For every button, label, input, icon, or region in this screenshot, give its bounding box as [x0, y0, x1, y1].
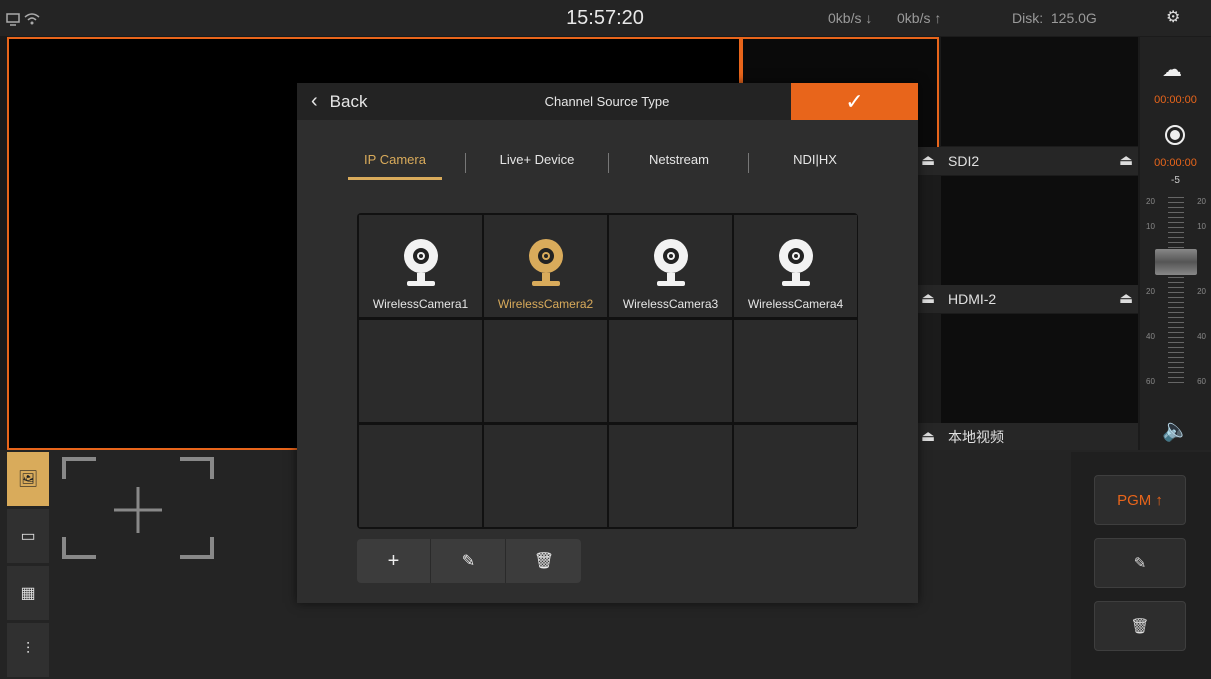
empty-cell[interactable] — [609, 320, 732, 422]
edit-icon[interactable]: ✎ — [1094, 538, 1186, 588]
import-icon[interactable]: ⏏ — [921, 285, 935, 313]
empty-cell[interactable] — [609, 425, 732, 527]
grid-toolbar: + ✎ 🗑 — [357, 539, 581, 583]
status-bar: 15:57:20 0kb/s ↓ 0kb/s ↑ Disk: 125.0G ⚙ — [0, 0, 1211, 36]
camera-label: WirelessCamera4 — [747, 297, 844, 311]
left-toolbar: 🖼 ▭ ▦ ⫶ — [7, 452, 49, 677]
mixer-icon[interactable]: ⫶ — [7, 623, 49, 677]
edit-icon[interactable]: ✎ — [432, 539, 506, 583]
camera-grid: WirelessCamera1 WirelessCamera2 Wireless… — [357, 213, 858, 529]
cloud-icon[interactable]: ☁ — [1162, 57, 1182, 82]
import-icon[interactable]: ⏏ — [921, 423, 935, 451]
tab-live-device[interactable]: Live+ Device — [482, 145, 592, 175]
camera-label: WirelessCamera3 — [622, 297, 719, 311]
empty-cell[interactable] — [734, 320, 857, 422]
audio-fader[interactable]: 20 20 10 10 20 20 40 40 60 60 — [1146, 197, 1206, 387]
back-button[interactable]: ‹ Back — [311, 83, 367, 120]
camera-label-selected: WirelessCamera2 — [497, 297, 594, 311]
empty-cell[interactable] — [734, 425, 857, 527]
tab-ndi-hx[interactable]: NDI|HX — [765, 145, 865, 175]
camera-cell-3[interactable]: WirelessCamera3 — [609, 215, 732, 317]
import-icon[interactable]: ⏏ — [1119, 147, 1133, 175]
pgm-button[interactable]: PGM ↑ — [1094, 475, 1186, 525]
channel-label-local: ⏏ 本地视频 — [917, 423, 1138, 451]
upload-speed: 0kb/s ↓ — [828, 10, 873, 26]
webcam-icon — [654, 239, 688, 286]
import-icon[interactable]: ⏏ — [921, 147, 935, 175]
channel-preview-local[interactable] — [941, 314, 1138, 423]
webcam-icon — [779, 239, 813, 286]
camera-cell-1[interactable]: WirelessCamera1 — [359, 215, 482, 317]
speaker-icon[interactable]: 🔈 — [1162, 417, 1189, 443]
tab-netstream[interactable]: Netstream — [627, 145, 731, 175]
tab-divider — [608, 153, 609, 173]
add-icon[interactable]: + — [357, 539, 431, 583]
active-tab-indicator — [348, 177, 442, 180]
empty-cell[interactable] — [359, 320, 482, 422]
tab-divider — [465, 153, 466, 173]
trash-icon[interactable]: 🗑 — [1094, 601, 1186, 651]
confirm-check-icon[interactable]: ✓ — [791, 83, 918, 120]
channel-label-hdmi2: ⏏ HDMI-2 ⏏ — [917, 285, 1138, 313]
settings-gear-icon[interactable]: ⚙ — [1166, 0, 1180, 36]
camera-label: WirelessCamera1 — [372, 297, 469, 311]
monitor-icon — [6, 0, 20, 36]
channel-label-sdi2: ⏏ SDI2 ⏏ — [917, 147, 1138, 175]
camera-cell-2[interactable]: WirelessCamera2 — [484, 215, 607, 317]
calendar-icon[interactable]: ▦ — [7, 566, 49, 620]
camera-cell-4[interactable]: WirelessCamera4 — [734, 215, 857, 317]
webcam-icon — [404, 239, 438, 286]
pip-icon[interactable]: ▭ — [7, 509, 49, 563]
right-bottom-panel: PGM ↑ ✎ 🗑 — [1071, 452, 1211, 679]
chevron-left-icon: ‹ — [311, 90, 318, 112]
add-source-button[interactable] — [62, 457, 214, 559]
dialog-title: Channel Source Type — [544, 94, 670, 109]
audio-meter-panel: ☁ 00:00:00 00:00:00 -5 20 20 10 10 20 20… — [1140, 37, 1211, 450]
tab-divider — [748, 153, 749, 173]
import-icon[interactable]: ⏏ — [1119, 285, 1133, 313]
channel-source-dialog: ‹ Back Channel Source Type ✓ IP Camera Li… — [297, 83, 918, 603]
wifi-icon — [24, 0, 40, 36]
channel-preview-hdmi2[interactable] — [941, 176, 1138, 285]
image-icon[interactable]: 🖼 — [7, 452, 49, 506]
record-timer: 00:00:00 — [1154, 157, 1197, 169]
download-speed: 0kb/s ↑ — [897, 10, 942, 26]
empty-cell[interactable] — [484, 320, 607, 422]
fader-knob[interactable] — [1155, 249, 1197, 275]
clock: 15:57:20 — [566, 7, 644, 29]
empty-cell[interactable] — [484, 425, 607, 527]
empty-cell[interactable] — [359, 425, 482, 527]
level-value: -5 — [1171, 175, 1180, 186]
disk-space: Disk: 125.0G — [1012, 10, 1097, 26]
stream-timer: 00:00:00 — [1154, 94, 1197, 106]
channel-preview-sdi2[interactable] — [941, 37, 1138, 146]
webcam-icon — [529, 239, 563, 286]
trash-icon[interactable]: 🗑 — [507, 539, 581, 583]
dialog-header: ‹ Back Channel Source Type ✓ — [297, 83, 918, 120]
tab-ip-camera[interactable]: IP Camera — [348, 145, 442, 175]
record-icon[interactable] — [1165, 125, 1185, 145]
